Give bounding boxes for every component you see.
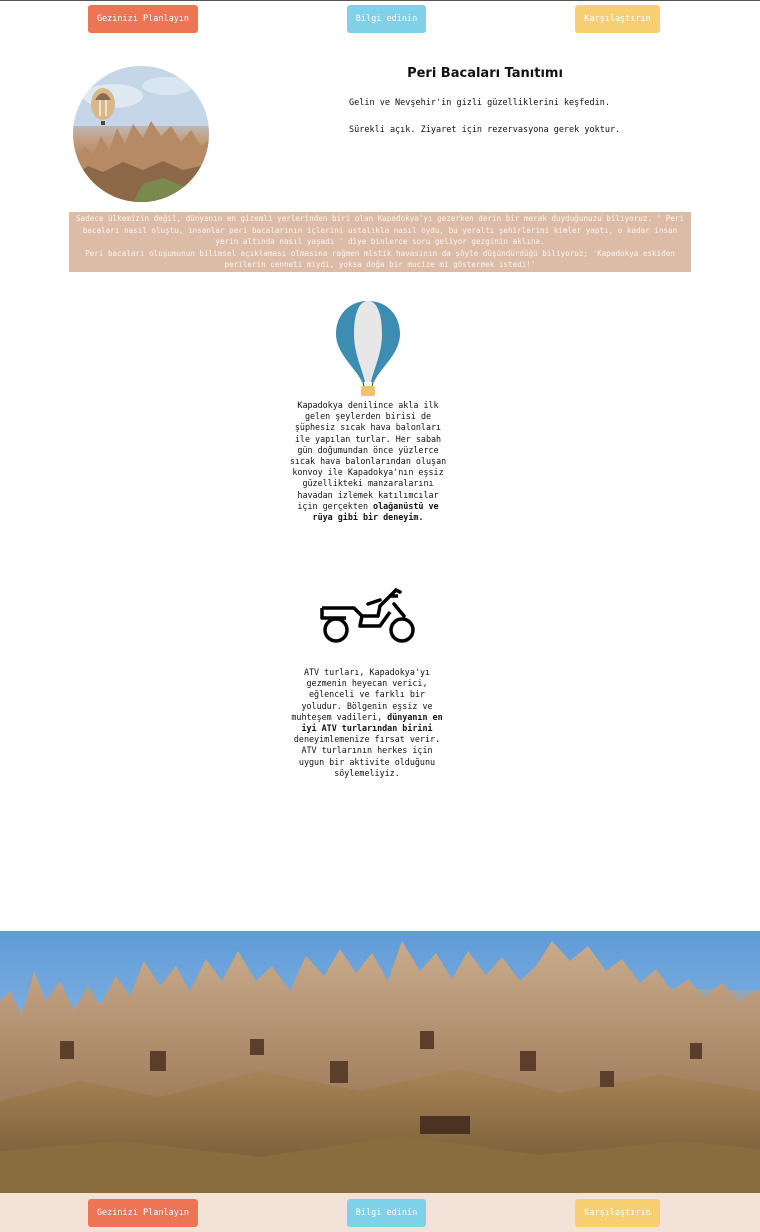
hot-air-balloon-icon bbox=[336, 301, 400, 396]
balloon-text-body: Kapadokya denilince akla ilk gelen şeyle… bbox=[289, 400, 447, 511]
intro-tagline: Gelin ve Nevşehir'in gizli güzelliklerin… bbox=[349, 98, 610, 108]
top-border bbox=[0, 0, 760, 1]
footer-plan-trip-button[interactable]: Gezinizi Planlayın bbox=[88, 1199, 198, 1227]
footer-compare-button[interactable]: Karşılaştırın bbox=[575, 1199, 660, 1227]
atv-icon bbox=[320, 587, 415, 643]
atv-tour-text: ATV turları, Kapadokya'yı gezmenin heyec… bbox=[288, 667, 446, 779]
panorama-photo bbox=[0, 931, 760, 1193]
fairy-chimneys-photo bbox=[73, 66, 209, 202]
cappadocia-panorama-image bbox=[0, 931, 760, 1193]
intro-text-block: Sadece ülkemizin değil, dünyanın en gize… bbox=[69, 212, 691, 272]
compare-button[interactable]: Karşılaştırın bbox=[575, 5, 660, 33]
balloon-tour-text: Kapadokya denilince akla ilk gelen şeyle… bbox=[286, 400, 450, 523]
footer-get-info-button[interactable]: Bilgi edinin bbox=[347, 1199, 426, 1227]
get-info-button[interactable]: Bilgi edinin bbox=[347, 5, 426, 33]
intro-paragraph-1: Sadece ülkemizin değil, dünyanın en gize… bbox=[75, 214, 685, 246]
opening-info: Sürekli açık. Ziyaret için rezervasyona … bbox=[349, 125, 621, 135]
page-title: Peri Bacaları Tanıtımı bbox=[407, 66, 563, 81]
intro-paragraph-2: Peri bacaları oluşumunun bilimsel açıkla… bbox=[85, 248, 675, 270]
plan-trip-button[interactable]: Gezinizi Planlayın bbox=[88, 5, 198, 33]
atv-text-after: deneyimlemenize fırsat verir. ATV turlar… bbox=[293, 734, 441, 778]
fairy-chimneys-round-image bbox=[73, 66, 209, 202]
